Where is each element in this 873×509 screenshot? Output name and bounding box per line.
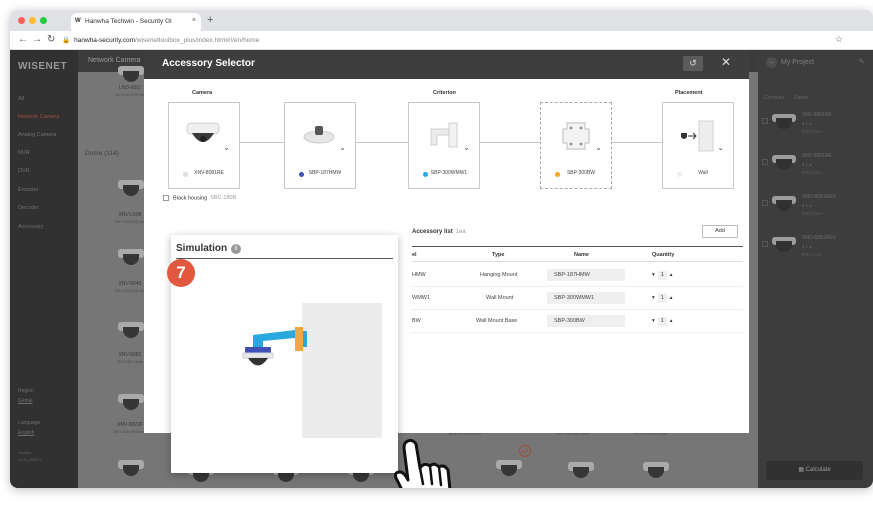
step-mount-base[interactable]: ⌄ SBP-300BW bbox=[540, 102, 612, 189]
reset-icon: ↺ bbox=[689, 58, 697, 68]
mount-base-icon bbox=[562, 122, 590, 150]
step-label: XNV-8081RE bbox=[194, 170, 224, 176]
row-type: Hanging Mount bbox=[480, 272, 518, 278]
simulation-title: Simulation i bbox=[176, 243, 242, 254]
reload-icon[interactable]: ↻ bbox=[47, 34, 55, 45]
col-name: Name bbox=[574, 252, 589, 258]
accessory-list-title: Accessory list 1ea bbox=[412, 229, 466, 235]
quantity-stepper[interactable]: ▾ 1 ▴ bbox=[652, 294, 673, 303]
close-icon[interactable]: ✕ bbox=[721, 55, 731, 69]
table-header: el Type Name Quantity bbox=[412, 246, 743, 262]
table-row: HMW Hanging Mount SBP-187HMW ▾ 1 ▴ bbox=[412, 264, 743, 287]
bookmark-star-icon[interactable]: ☆ bbox=[835, 34, 843, 45]
step-connector bbox=[480, 142, 540, 143]
simulation-wall bbox=[302, 303, 382, 438]
close-window-icon[interactable] bbox=[18, 17, 25, 24]
favicon-icon: W bbox=[75, 18, 81, 24]
simulation-label: Simulation bbox=[176, 243, 228, 254]
maximize-window-icon[interactable] bbox=[40, 17, 47, 24]
step-label: SBP-300WMW1 bbox=[430, 170, 468, 176]
step-label: SBP-187HMW bbox=[308, 170, 342, 176]
row-model: HMW bbox=[412, 272, 426, 278]
step-placement[interactable]: ⌄ Wall bbox=[662, 102, 734, 189]
row-name-field[interactable]: SBP-300BW bbox=[547, 315, 625, 327]
accessory-count: 1ea bbox=[455, 229, 466, 235]
camera-label: Camera bbox=[192, 90, 213, 96]
black-housing-checkbox[interactable] bbox=[163, 195, 169, 201]
browser-tab-bar: W Hanwha Techwin - Security Gl × + bbox=[10, 10, 873, 31]
address-bar: ← → ↻ 🔒 hanwha-security.com/wisenettoolbo… bbox=[10, 31, 873, 50]
url-path: /wisenettoolbox_plus/index.html#!/en/hom… bbox=[135, 37, 260, 44]
simulated-camera-assembly bbox=[242, 327, 307, 366]
placement-label: Placement bbox=[675, 90, 703, 96]
black-housing-label: Black housing bbox=[173, 195, 208, 202]
new-tab-icon[interactable]: + bbox=[207, 14, 213, 26]
step-label: Wall bbox=[698, 170, 708, 176]
tab-close-icon[interactable]: × bbox=[192, 17, 196, 24]
quantity-stepper[interactable]: ▾ 1 ▴ bbox=[652, 271, 673, 280]
quantity-stepper[interactable]: ▾ 1 ▴ bbox=[652, 317, 673, 326]
url-field[interactable]: 🔒 hanwha-security.com/wisenettoolbox_plus… bbox=[62, 36, 259, 44]
forward-icon[interactable]: → bbox=[32, 34, 42, 45]
chevron-down-icon[interactable]: ⌄ bbox=[595, 143, 602, 152]
step-connector bbox=[240, 142, 284, 143]
browser-tab[interactable]: W Hanwha Techwin - Security Gl × bbox=[71, 13, 201, 31]
col-model: el bbox=[412, 252, 417, 258]
lock-icon: 🔒 bbox=[62, 37, 71, 44]
back-icon[interactable]: ← bbox=[18, 34, 28, 45]
table-row: WMW1 Wall Mount SBP-300WMW1 ▾ 1 ▴ bbox=[412, 287, 743, 310]
accessory-list-label: Accessory list bbox=[412, 229, 453, 235]
row-model: WMW1 bbox=[412, 295, 431, 301]
col-type: Type bbox=[492, 252, 505, 258]
black-housing-option[interactable]: Black housing SBC-180B bbox=[163, 195, 236, 201]
chevron-down-icon[interactable]: ⌄ bbox=[223, 143, 230, 152]
chevron-down-icon[interactable]: ⌄ bbox=[717, 143, 724, 152]
criterion-label: Criterion bbox=[433, 90, 456, 96]
chevron-down-icon[interactable]: ⌄ bbox=[463, 143, 470, 152]
hand-cursor-icon bbox=[394, 438, 452, 488]
step-connector bbox=[356, 142, 408, 143]
quantity-value: 1 bbox=[657, 271, 667, 280]
tab-title: Hanwha Techwin - Security Gl bbox=[85, 18, 172, 25]
minimize-window-icon[interactable] bbox=[29, 17, 36, 24]
simulation-divider bbox=[176, 258, 393, 259]
info-icon[interactable]: i bbox=[231, 244, 242, 254]
row-name-field[interactable]: SBP-187HMW bbox=[547, 269, 625, 281]
wall-mount-icon bbox=[430, 122, 458, 148]
col-quantity: Quantity bbox=[652, 252, 675, 258]
add-button[interactable]: Add bbox=[702, 225, 738, 238]
chevron-down-icon[interactable]: ⌄ bbox=[339, 143, 346, 152]
step-number-badge: 7 bbox=[167, 259, 195, 287]
dome-camera-icon bbox=[186, 122, 220, 142]
step-wall-mount[interactable]: ⌄ SBP-300WMW1 bbox=[408, 102, 480, 189]
step-label: SBP-300BW bbox=[566, 170, 596, 176]
row-type: Wall Mount Base bbox=[476, 318, 518, 324]
wall-placement-icon bbox=[681, 120, 714, 152]
modal-title: Accessory Selector bbox=[162, 58, 255, 69]
row-type: Wall Mount bbox=[486, 295, 514, 301]
step-camera[interactable]: ⌄ XNV-8081RE bbox=[168, 102, 240, 189]
black-housing-model: SBC-180B bbox=[210, 195, 237, 202]
row-model: BW bbox=[412, 318, 421, 324]
browser-window: W Hanwha Techwin - Security Gl × + ← → ↻… bbox=[10, 10, 873, 488]
table-row: BW Wall Mount Base SBP-300BW ▾ 1 ▴ bbox=[412, 310, 743, 333]
step-connector bbox=[612, 142, 662, 143]
url-host: hanwha-security.com bbox=[74, 37, 136, 44]
simulation-card: Simulation i 7 bbox=[167, 235, 398, 473]
row-name-field[interactable]: SBP-300WMW1 bbox=[547, 292, 625, 304]
quantity-value: 1 bbox=[657, 294, 667, 303]
hanging-mount-icon bbox=[303, 126, 335, 144]
reset-button[interactable]: ↺ bbox=[683, 56, 703, 71]
modal-header: Accessory Selector ↺ ✕ bbox=[144, 50, 749, 79]
quantity-value: 1 bbox=[657, 317, 667, 326]
step-hanging-mount[interactable]: ⌄ SBP-187HMW bbox=[284, 102, 356, 189]
